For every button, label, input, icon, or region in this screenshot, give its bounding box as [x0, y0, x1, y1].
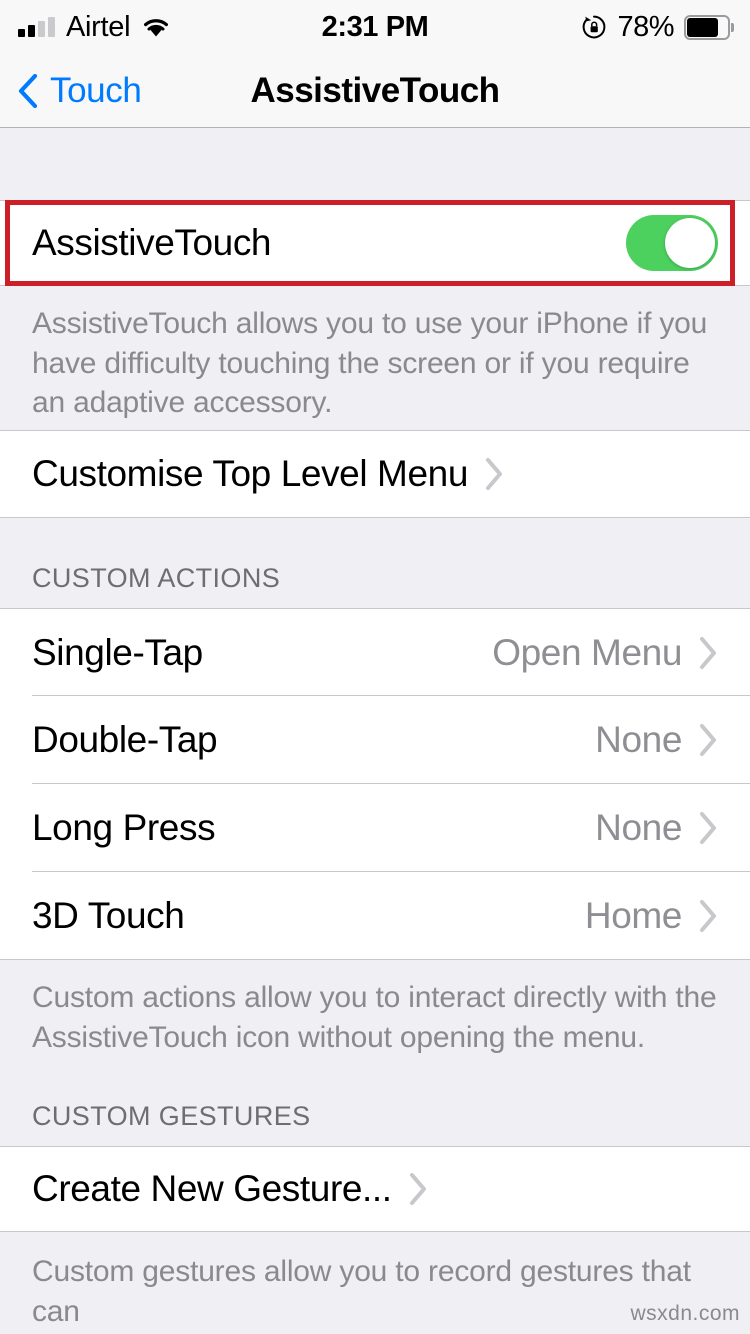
page-title: AssistiveTouch [250, 70, 500, 110]
settings-list[interactable]: AssistiveTouch AssistiveTouch allows you… [0, 128, 750, 1334]
custom-action-row-single-tap[interactable]: Single-Tap Open Menu [0, 608, 750, 696]
row-value: Open Menu [492, 631, 682, 673]
assistive-touch-label: AssistiveTouch [32, 222, 272, 263]
chevron-right-icon [698, 899, 718, 933]
rotation-lock-icon [581, 14, 607, 40]
custom-action-row-3d-touch[interactable]: 3D Touch Home [0, 872, 750, 960]
spacer-top [0, 128, 750, 200]
status-bar-right: 78% [581, 0, 734, 54]
battery-percent-label: 78% [617, 10, 674, 43]
row-label: Long Press [32, 807, 216, 848]
toggle-knob [665, 218, 715, 268]
row-value: None [595, 807, 682, 848]
custom-actions-footer: Custom actions allow you to interact dir… [0, 960, 750, 1068]
customise-top-level-menu-label: Customise Top Level Menu [32, 453, 469, 494]
row-label: Single-Tap [32, 631, 203, 673]
watermark: wsxdn.com [630, 1302, 740, 1325]
clock-label: 2:31 PM [321, 10, 429, 43]
row-value: None [595, 719, 682, 760]
chevron-right-icon [698, 723, 718, 757]
row-label: 3D Touch [32, 894, 185, 936]
chevron-right-icon [484, 457, 504, 491]
assistive-touch-footer: AssistiveTouch allows you to use your iP… [0, 286, 750, 430]
chevron-right-icon [698, 636, 718, 670]
custom-gestures-footer: Custom gestures allow you to record gest… [0, 1232, 750, 1328]
chevron-right-icon [698, 811, 718, 845]
assistive-touch-toggle-row[interactable]: AssistiveTouch [0, 200, 750, 286]
iphone-screen: Airtel 2:31 PM 78% Touch AssistiveTouch … [0, 0, 750, 1334]
navigation-bar: Touch AssistiveTouch [0, 54, 750, 128]
assistive-touch-toggle[interactable] [626, 215, 718, 271]
row-label: Double-Tap [32, 719, 218, 760]
chevron-right-icon [408, 1172, 428, 1206]
custom-gestures-header: CUSTOM GESTURES [0, 1068, 750, 1146]
status-bar: Airtel 2:31 PM 78% [0, 0, 750, 54]
custom-action-row-double-tap[interactable]: Double-Tap None [0, 696, 750, 784]
battery-icon [684, 14, 734, 40]
row-value: Home [584, 894, 683, 936]
create-new-gesture-label: Create New Gesture... [32, 1168, 392, 1209]
customise-top-level-menu-row[interactable]: Customise Top Level Menu [0, 430, 750, 518]
custom-actions-header: CUSTOM ACTIONS [0, 518, 750, 608]
create-new-gesture-row[interactable]: Create New Gesture... [0, 1146, 750, 1232]
custom-action-row-long-press[interactable]: Long Press None [0, 784, 750, 872]
